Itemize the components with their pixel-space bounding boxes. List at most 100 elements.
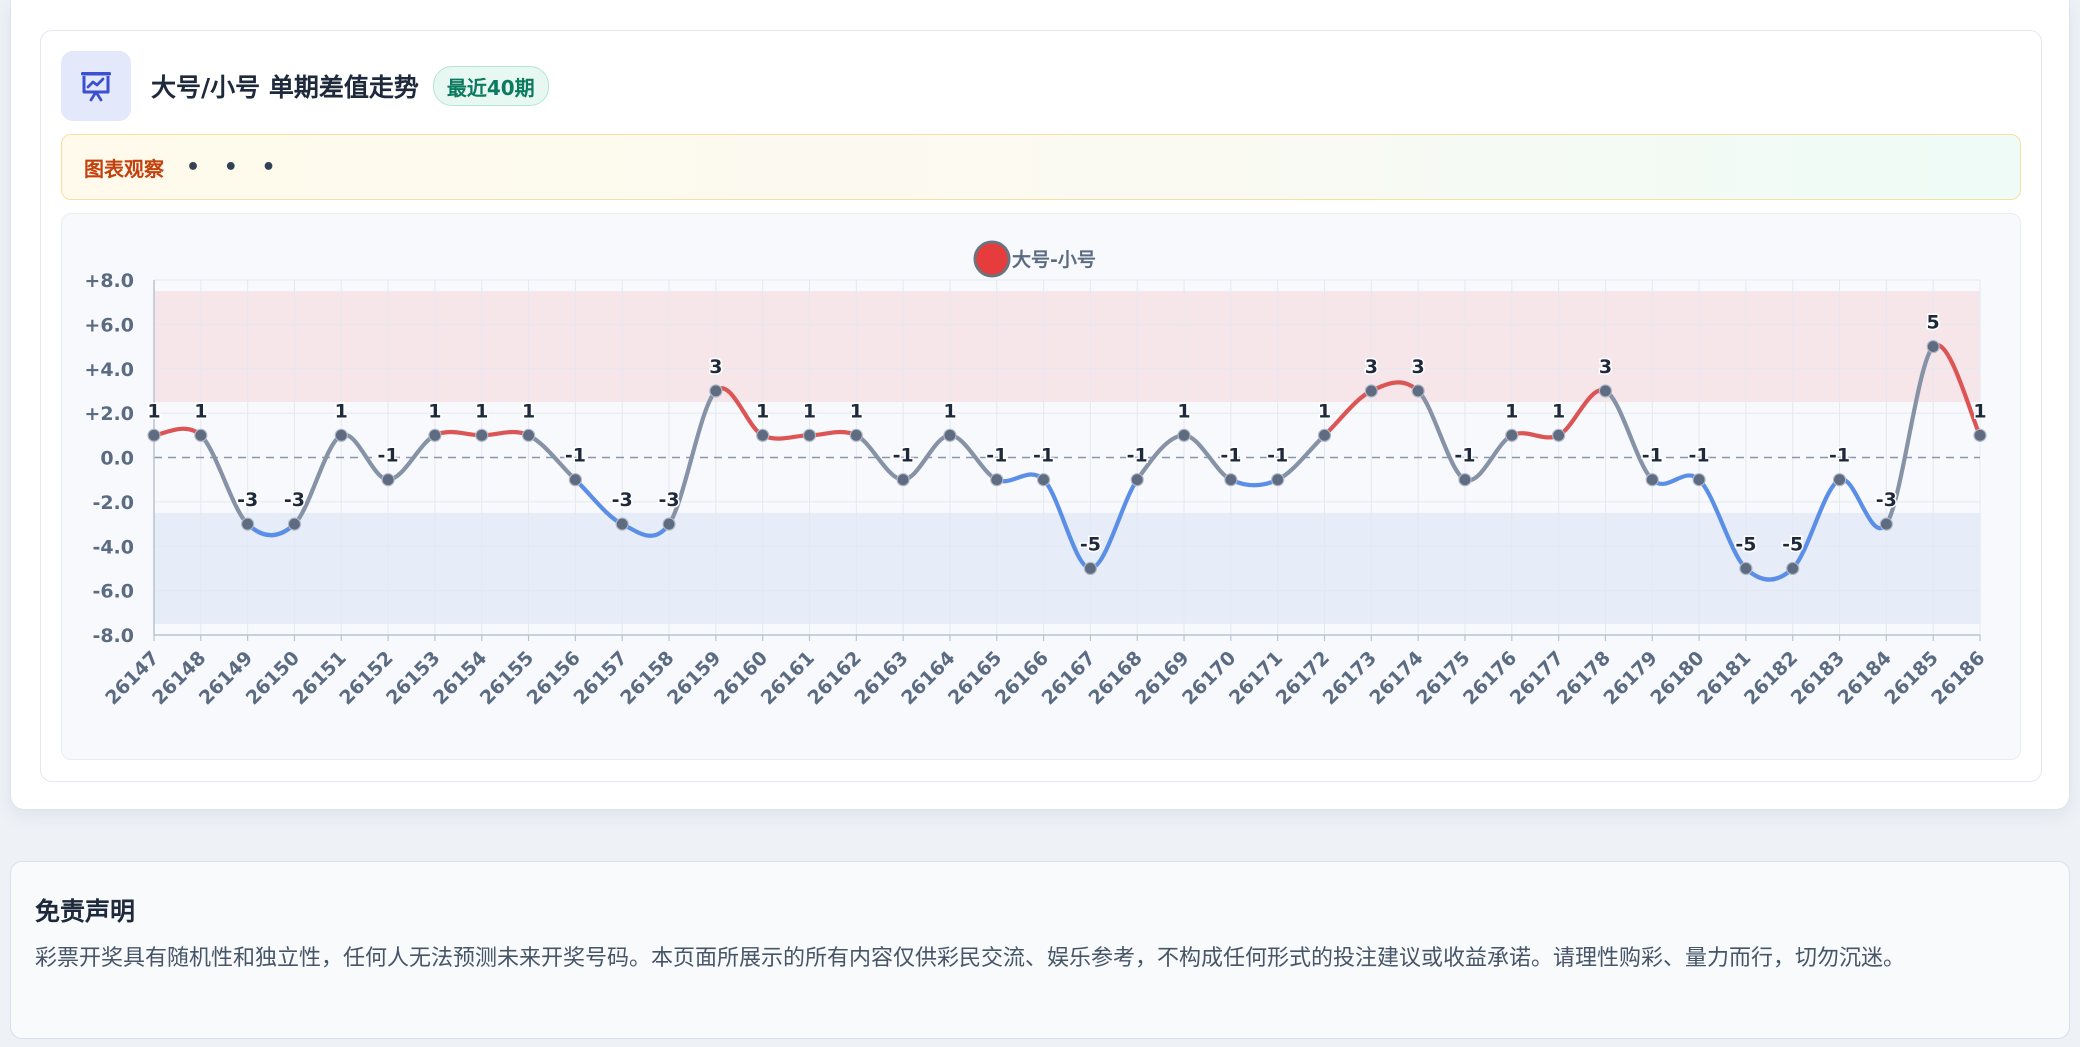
data-point [756, 428, 770, 442]
data-label: 1 [194, 400, 207, 422]
series-line-segment [994, 472, 1046, 484]
data-point [1739, 561, 1753, 576]
data-label: 5 [1927, 312, 1940, 334]
y-tick-label: 0.0 [100, 448, 134, 470]
data-point [1036, 473, 1051, 487]
data-label: 1 [335, 400, 348, 422]
observation-bar[interactable]: 图表观察 • • • [61, 134, 2021, 200]
data-point [1458, 473, 1472, 487]
disclaimer-panel: 免责声明 彩票开奖具有随机性和独立性，任何人无法预测未来开奖号码。本页面所展示的… [10, 861, 2070, 1039]
data-label: 1 [1177, 400, 1190, 422]
data-label: 1 [1318, 400, 1331, 422]
data-label: 1 [428, 400, 441, 422]
data-label: -1 [1454, 445, 1475, 467]
series-line-segment [432, 429, 484, 438]
y-tick-label: +2.0 [84, 403, 134, 425]
data-label: -3 [1876, 489, 1897, 511]
y-tick-label: -6.0 [92, 581, 134, 603]
data-point [381, 473, 395, 487]
observation-more-icon[interactable]: • • • [186, 155, 284, 180]
data-point [334, 428, 348, 442]
data-point [1177, 428, 1191, 442]
data-label: 3 [709, 356, 722, 378]
trend-card: 大号/小号 单期差值走势 最近40期 图表观察 • • • +8.0 +6.0 +4… [10, 0, 2070, 810]
data-label: -1 [1642, 445, 1663, 467]
data-point [849, 428, 863, 442]
data-point [1645, 473, 1659, 487]
series-line-segment [151, 426, 203, 438]
y-tick-label: +6.0 [84, 314, 134, 336]
chart-title: 大号/小号 单期差值走势 [151, 73, 419, 102]
data-point [1973, 428, 1987, 442]
data-label: -1 [1220, 445, 1241, 467]
data-point [147, 428, 161, 442]
data-point [1692, 473, 1706, 487]
data-label: -3 [658, 489, 679, 511]
presentation-chart-icon [61, 51, 131, 121]
data-point [802, 428, 817, 442]
data-point [1224, 473, 1238, 487]
y-tick-label: +8.0 [84, 270, 134, 292]
period-badge: 最近40期 [432, 66, 549, 106]
line-chart: +8.0+6.0+4.0+2.00.0-2.0-4.0-6.0-8.026147… [84, 240, 1990, 709]
data-point [1879, 517, 1893, 531]
data-point [1317, 428, 1332, 442]
data-label: 1 [475, 400, 488, 422]
series-line-segment [807, 429, 859, 438]
data-point [990, 473, 1004, 487]
observation-label: 图表观察 [84, 156, 164, 181]
data-point [1598, 384, 1613, 398]
data-point [568, 473, 582, 487]
legend-marker [973, 240, 1011, 278]
data-label: -5 [1782, 533, 1803, 555]
data-point [1271, 473, 1285, 487]
data-point [1130, 473, 1144, 487]
data-point [943, 428, 957, 442]
data-label: 1 [1505, 400, 1518, 422]
data-label: 1 [803, 400, 816, 422]
data-label: -5 [1735, 533, 1756, 555]
data-point [1786, 561, 1800, 576]
data-point [428, 428, 442, 442]
data-point [475, 428, 489, 442]
y-tick-label: -8.0 [92, 625, 134, 647]
chart-panel: +8.0 +6.0 +4.0 +2.0 0.0 -2.0 -4.0 -6.0 -8.0 26147… [61, 213, 2021, 760]
data-point [287, 517, 302, 531]
data-label: -1 [1127, 445, 1148, 467]
legend-label: 大号-小号 [1012, 248, 1096, 271]
data-point [1926, 339, 1940, 354]
data-label: 1 [147, 400, 160, 422]
data-label: -3 [284, 489, 305, 511]
legend: 大号-小号 [973, 240, 1096, 278]
data-label: 1 [1973, 400, 1986, 422]
data-label: 3 [1599, 356, 1612, 378]
data-label: 3 [1365, 356, 1378, 378]
series-line-segment [760, 433, 812, 441]
data-point [1083, 561, 1098, 576]
data-label: -1 [1689, 445, 1710, 467]
x-tick-label: 26186 [1927, 647, 1989, 709]
y-tick-label: -4.0 [92, 536, 134, 558]
y-tick-label: -2.0 [92, 492, 134, 514]
series-line-segment [479, 429, 531, 438]
disclaimer-title: 免责声明 [35, 897, 136, 926]
series-line-segment [1509, 431, 1561, 440]
data-point [1505, 428, 1519, 442]
data-label: 1 [756, 400, 769, 422]
data-point [1832, 473, 1847, 487]
data-label: -1 [1033, 445, 1054, 467]
series-line-segment [1228, 477, 1280, 488]
y-tick-label: +4.0 [84, 359, 134, 381]
data-point [521, 428, 536, 442]
data-label: -1 [893, 445, 914, 467]
data-label: -1 [1829, 445, 1850, 467]
data-point [241, 517, 255, 531]
data-label: -1 [1267, 445, 1288, 467]
data-point [615, 517, 629, 531]
data-label: 3 [1412, 356, 1425, 378]
card-header: 大号/小号 单期差值走势 最近40期 [61, 51, 549, 121]
data-label: 1 [850, 400, 863, 422]
upper-band [154, 291, 1980, 403]
data-label: -1 [986, 445, 1007, 467]
legend-layer: 大号-小号 [973, 240, 1096, 278]
